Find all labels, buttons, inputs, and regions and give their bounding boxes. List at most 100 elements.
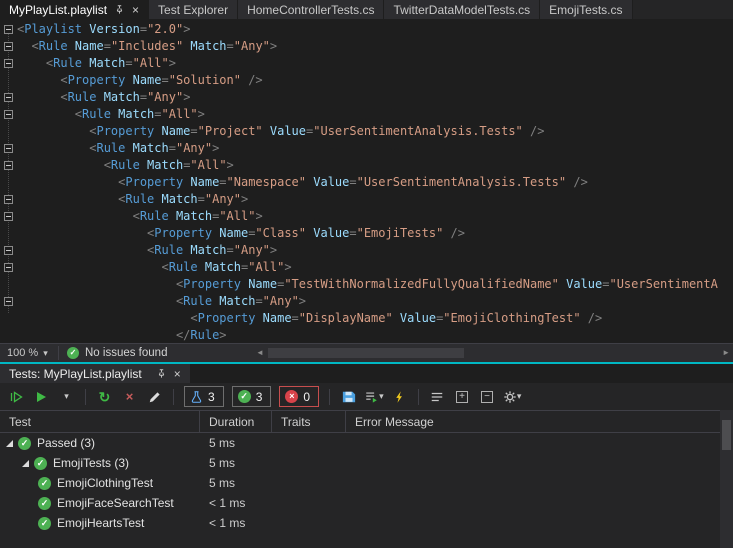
chevron-down-icon: ▾	[379, 391, 384, 401]
editor-tab[interactable]: EmojiTests.cs	[540, 0, 633, 19]
collapse-region-icon[interactable]	[4, 246, 13, 255]
tab-label: TwitterDataModelTests.cs	[393, 2, 531, 17]
collapse-region-icon[interactable]	[4, 161, 13, 170]
health-check-icon: ✓	[67, 347, 79, 359]
panel-tab-tests[interactable]: Tests: MyPlayList.playlist ×	[0, 364, 190, 383]
zoom-value: 100 %	[7, 347, 39, 359]
fold-gutter	[0, 55, 17, 72]
editor-tab[interactable]: HomeControllerTests.cs	[238, 0, 385, 19]
code-line: <Rule Match="All">	[0, 157, 733, 174]
editor-tab[interactable]: TwitterDataModelTests.cs	[384, 0, 541, 19]
expander-icon[interactable]	[22, 459, 29, 467]
test-name: EmojiFaceSearchTest	[57, 496, 174, 510]
edit-playlist-button[interactable]	[143, 386, 166, 408]
editor-tab[interactable]: MyPlayList.playlist ×	[0, 0, 150, 19]
chevron-down-icon: ▾	[43, 347, 48, 358]
save-playlist-button[interactable]	[337, 386, 360, 408]
code-line: <Rule Match="Any">	[0, 140, 733, 157]
test-name: EmojiTests (3)	[53, 456, 130, 470]
cancel-icon: ×	[125, 389, 134, 404]
playlist-menu-button[interactable]: ▾	[362, 386, 386, 408]
collapse-region-icon[interactable]	[4, 42, 13, 51]
test-cell: ✓ EmojiTests (3)	[0, 456, 200, 470]
code-line: <Property Name="Class" Value="EmojiTests…	[0, 225, 733, 242]
test-row[interactable]: ✓ EmojiHeartsTest < 1 ms	[0, 513, 733, 533]
collapse-region-icon[interactable]	[4, 144, 13, 153]
collapse-region-icon[interactable]	[4, 297, 13, 306]
run-button[interactable]	[30, 386, 53, 408]
fold-gutter	[0, 140, 17, 157]
test-row[interactable]: ✓ EmojiClothingTest 5 ms	[0, 473, 733, 493]
code-area: <Playlist Version="2.0"> <Rule Name="Incl…	[0, 21, 733, 343]
toolbar-separator	[417, 388, 419, 405]
toolbar-separator	[173, 388, 174, 405]
chevron-down-icon: ▾	[516, 391, 522, 401]
live-unit-testing-button[interactable]	[388, 386, 411, 408]
collapse-region-icon[interactable]	[4, 195, 13, 204]
play-icon	[37, 391, 46, 402]
code-line: <Rule Name="Includes" Match="Any">	[0, 38, 733, 55]
fold-gutter	[0, 174, 17, 191]
fold-gutter	[0, 276, 17, 293]
code-line: <Property Name="Solution" />	[0, 72, 733, 89]
pencil-icon	[149, 391, 160, 402]
code-line: <Property Name="Namespace" Value="UserSe…	[0, 174, 733, 191]
run-all-tests-button[interactable]	[5, 386, 28, 408]
failed-count: 0	[303, 389, 311, 404]
passed-tests-filter[interactable]: ✓ 3	[231, 386, 272, 407]
xml-editor[interactable]: <Playlist Version="2.0"> <Rule Name="Incl…	[0, 19, 733, 343]
fold-gutter	[0, 89, 17, 106]
test-row[interactable]: ✓ Passed (3) 5 ms	[0, 433, 733, 453]
editor-tab[interactable]: Test Explorer	[149, 0, 239, 19]
scroll-right-icon[interactable]: ►	[722, 344, 730, 362]
collapse-region-icon[interactable]	[4, 59, 13, 68]
settings-button[interactable]: ▾	[501, 386, 524, 408]
failed-icon: ×	[285, 390, 299, 403]
total-tests-filter[interactable]: 3	[184, 386, 224, 407]
issues-status: No issues found	[85, 347, 168, 359]
vertical-scrollbar[interactable]	[720, 410, 733, 548]
collapse-region-icon[interactable]	[4, 263, 13, 272]
gear-icon	[504, 390, 516, 403]
test-row[interactable]: ✓ EmojiTests (3) 5 ms	[0, 453, 733, 473]
collapse-region-icon[interactable]	[4, 93, 13, 102]
vertical-scrollbar-thumb[interactable]	[722, 420, 731, 450]
run-dropdown-button[interactable]: ▾	[55, 386, 78, 408]
pin-icon[interactable]	[156, 368, 167, 379]
failed-tests-filter[interactable]: × 0	[279, 386, 320, 407]
close-icon[interactable]: ×	[174, 368, 181, 380]
code-line: <Property Name="DisplayName" Value="Emoj…	[0, 310, 733, 327]
test-passed-icon: ✓	[38, 476, 51, 490]
scroll-left-icon[interactable]: ◄	[256, 344, 264, 362]
test-name: EmojiHeartsTest	[57, 516, 145, 530]
save-icon	[342, 391, 355, 402]
test-passed-icon: ✓	[18, 436, 31, 450]
test-row[interactable]: ✓ EmojiFaceSearchTest < 1 ms	[0, 493, 733, 513]
fold-gutter	[0, 242, 17, 259]
cancel-run-button[interactable]: ×	[118, 386, 141, 408]
test-duration: < 1 ms	[209, 496, 246, 510]
collapse-region-icon[interactable]	[4, 212, 13, 221]
expand-all-button[interactable]: +	[451, 386, 474, 408]
pin-icon[interactable]	[114, 4, 125, 15]
code-line: <Rule Match="All">	[0, 208, 733, 225]
test-name: Passed (3)	[37, 436, 96, 450]
zoom-select[interactable]: 100 % ▾	[7, 344, 48, 362]
fold-gutter	[0, 225, 17, 242]
fold-gutter	[0, 259, 17, 276]
close-icon[interactable]: ×	[132, 4, 139, 16]
code-line: <Rule Match="Any">	[0, 242, 733, 259]
collapse-region-icon[interactable]	[4, 110, 13, 119]
column-header-test[interactable]: Test	[0, 411, 200, 432]
expander-icon[interactable]	[6, 439, 13, 447]
group-by-button[interactable]	[426, 386, 449, 408]
code-line: <Rule Match="All">	[0, 106, 733, 123]
column-header-error-message[interactable]: Error Message	[346, 411, 720, 432]
group-by-icon	[431, 392, 443, 401]
column-header-traits[interactable]: Traits	[272, 411, 346, 432]
horizontal-scrollbar-thumb[interactable]	[268, 348, 464, 358]
collapse-region-icon[interactable]	[4, 25, 13, 34]
column-header-duration[interactable]: Duration	[200, 411, 272, 432]
repeat-last-run-button[interactable]: ↻	[93, 386, 116, 408]
collapse-all-button[interactable]: −	[476, 386, 499, 408]
